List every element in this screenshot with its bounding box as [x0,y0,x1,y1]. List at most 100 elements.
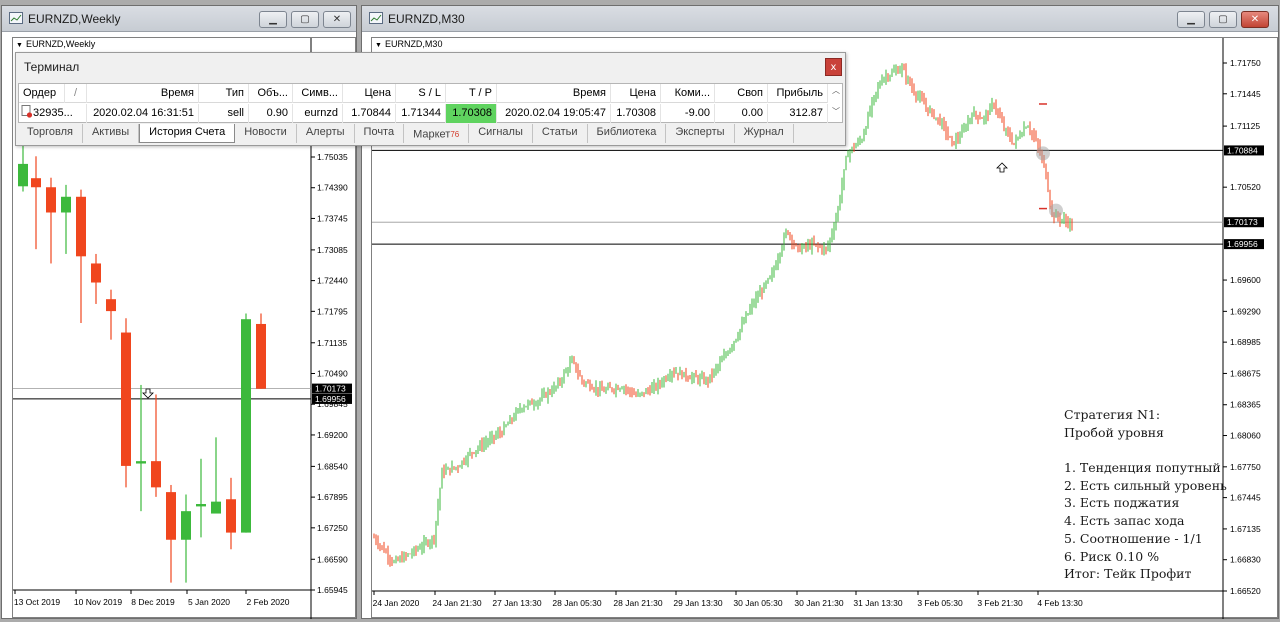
tab-1[interactable]: Активы [83,124,140,143]
table-header-row: Ордер / Время Тип Объ... Симв... Цена S … [19,84,828,103]
price-tag-label: 1.69956 [315,394,346,404]
tab-0[interactable]: Торговля [18,124,83,143]
time-tick-label: 27 Jan 13:30 [492,598,541,608]
col-volume[interactable]: Объ... [249,84,293,103]
tab-label: Почта [363,126,395,138]
time-tick-label: 2 Feb 2020 [246,597,289,607]
time-tick-label: 24 Jan 2020 [373,598,420,608]
close-button[interactable]: ✕ [1241,11,1269,28]
strategy-line: 1. Тенденция попутный [1064,460,1221,476]
weekly-candle-body [256,323,266,389]
strategy-line: 5. Соотношение - 1/1 [1064,530,1203,546]
sl-cell: 1.71344 [396,104,446,123]
col-time[interactable]: Время [87,84,199,103]
price-tick-label: 1.74390 [317,183,348,193]
weekly-candle-body [46,187,56,213]
tab-5[interactable]: Почта [355,124,405,143]
order-icon [21,105,33,118]
weekly-candle-body [136,461,146,464]
price-tick-label: 1.71125 [1230,121,1260,131]
symbol-cell: eurnzd [293,104,343,123]
tab-8[interactable]: Статьи [533,124,588,143]
weekly-candle-body [226,499,236,533]
time-tick-label: 3 Feb 21:30 [977,598,1023,608]
chart-window-icon [9,12,23,24]
strategy-line: Стратегия N1: [1064,407,1161,422]
price-tick-label: 1.70490 [317,369,348,379]
maximize-icon: ▢ [1218,14,1228,25]
tab-4[interactable]: Алерты [297,124,355,143]
tab-9[interactable]: Библиотека [588,124,667,143]
time-tick-label: 30 Jan 05:30 [733,598,782,608]
maximize-button[interactable]: ▢ [1209,11,1237,28]
price-tick-label: 1.67895 [317,492,348,502]
commission-cell: -9.00 [661,104,715,123]
tab-2[interactable]: История Счета [139,124,236,143]
price-tick-label: 1.66520 [1230,586,1261,596]
col-sort[interactable]: / [65,84,87,103]
col-sl[interactable]: S / L [396,84,446,103]
price-tick-label: 1.67250 [317,523,348,533]
price-tag-label: 1.70173 [1227,217,1258,227]
col-commission[interactable]: Коми... [661,84,715,103]
time-tick-label: 4 Feb 13:30 [1037,598,1083,608]
col-tp[interactable]: T / P [446,84,497,103]
open-time-cell: 2020.02.04 16:31:51 [87,104,199,123]
close-button[interactable]: ✕ [323,11,351,28]
price-tick-label: 1.67135 [1230,524,1261,534]
col-price[interactable]: Цена [343,84,396,103]
tab-label: Библиотека [596,126,657,138]
price-tick-label: 1.68675 [1230,368,1261,378]
scrollbar-down-icon[interactable]: ﹀ [832,106,840,117]
tab-label: Журнал [743,126,784,138]
table-row[interactable]: 32935... 2020.02.04 16:31:51 sell 0.90 e… [19,104,828,123]
col-type[interactable]: Тип [199,84,249,103]
terminal-close-button[interactable]: x [825,58,842,76]
col-order[interactable]: Ордер [19,84,65,103]
time-tick-label: 28 Jan 05:30 [552,598,601,608]
weekly-candle-body [76,196,86,257]
tab-label: Новости [244,126,287,138]
tab-3[interactable]: Новости [235,124,297,143]
weekly-candle-body [196,504,206,507]
weekly-candle-body [166,492,176,540]
price-tick-label: 1.67445 [1230,493,1261,503]
tab-label: Сигналы [478,126,523,138]
price-tick-label: 1.68540 [317,461,348,471]
price-tick-label: 1.69600 [1230,275,1261,285]
col-swap[interactable]: Своп [715,84,768,103]
weekly-candle-body [151,461,161,488]
price-tick-label: 1.69200 [317,430,348,440]
weekly-window-titlebar[interactable]: EURNZD,Weekly ▁ ▢ ✕ [2,6,356,32]
tab-label: Алерты [305,126,345,138]
strategy-line: 2. Есть сильный уровень [1064,477,1227,493]
weekly-candle-body [91,263,101,283]
volume-cell: 0.90 [249,104,293,123]
col-profit[interactable]: Прибыль [768,84,828,103]
exit-marker-icon [1049,203,1063,218]
close-time-cell: 2020.02.04 19:05:47 [497,104,611,123]
strategy-line: 6. Риск 0.10 % [1064,548,1160,564]
m30-window-titlebar[interactable]: EURNZD,M30 ▁ ▢ ✕ [362,6,1278,32]
price-tick-label: 1.73085 [317,245,348,255]
m30-window-title: EURNZD,M30 [388,12,465,26]
minimize-button[interactable]: ▁ [1177,11,1205,28]
col-close-price[interactable]: Цена [611,84,661,103]
time-tick-label: 13 Oct 2019 [14,597,61,607]
price-tick-label: 1.66590 [317,554,348,564]
history-table[interactable]: Ордер / Время Тип Объ... Симв... Цена S … [18,83,843,123]
strategy-line: Пробой уровня [1064,424,1164,440]
tab-7[interactable]: Сигналы [469,124,533,143]
scrollbar-up-icon[interactable]: ︿ [832,85,840,96]
strategy-line: Итог: Тейк Профит [1064,566,1192,582]
tab-11[interactable]: Журнал [735,124,794,143]
col-close-time[interactable]: Время [497,84,611,103]
col-symbol[interactable]: Симв... [293,84,343,103]
terminal-panel[interactable]: Терминал x Ордер / Время Тип Объ... Симв… [15,52,846,146]
price-tick-label: 1.68365 [1230,400,1261,410]
maximize-button[interactable]: ▢ [291,11,319,28]
minimize-button[interactable]: ▁ [259,11,287,28]
entry-marker-icon [1036,146,1050,161]
tab-6[interactable]: Маркет76 [404,124,470,143]
tab-10[interactable]: Эксперты [666,124,735,143]
